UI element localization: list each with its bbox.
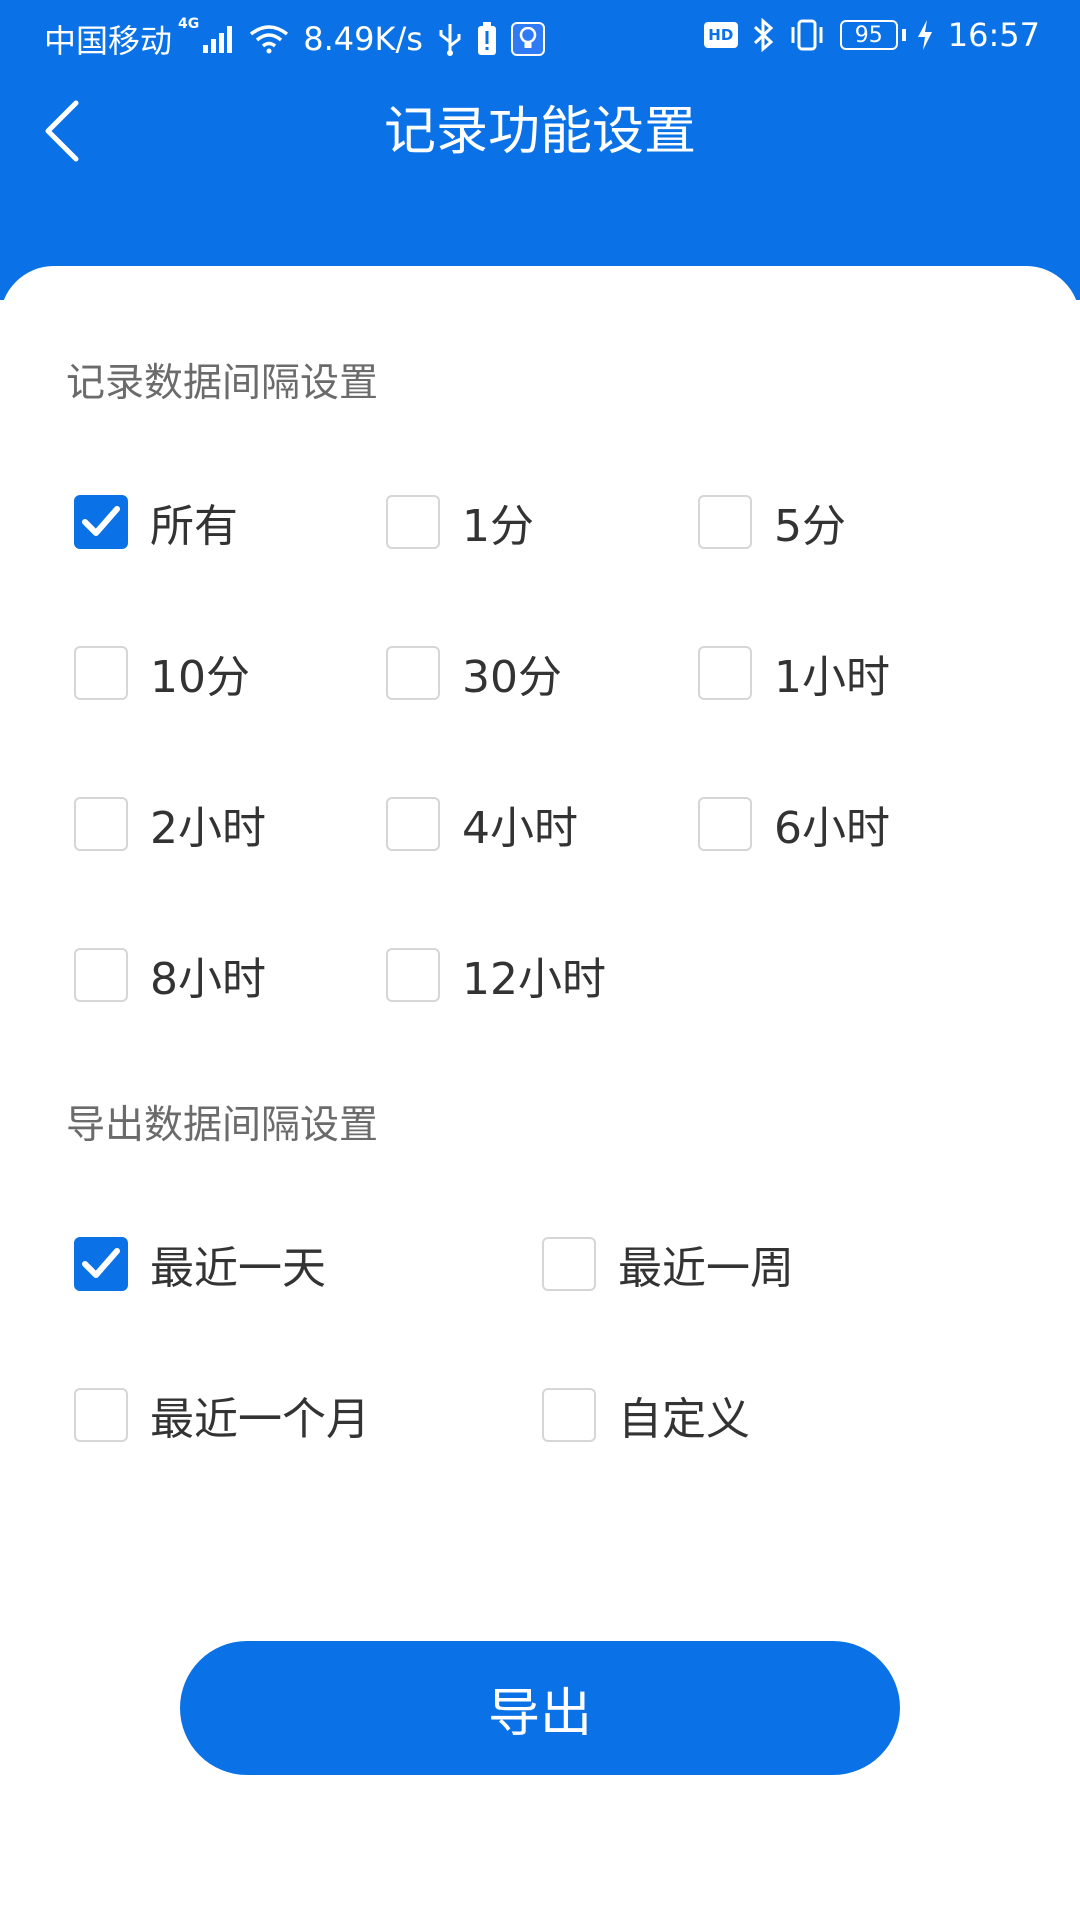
page-title: 记录功能设置 bbox=[383, 102, 696, 162]
option-label: 自定义 bbox=[618, 1394, 750, 1445]
checkbox[interactable] bbox=[698, 797, 752, 851]
record-option-4h[interactable]: 4小时 bbox=[386, 792, 578, 856]
option-label: 4小时 bbox=[462, 803, 578, 854]
record-option-1min[interactable]: 1分 bbox=[386, 490, 534, 554]
record-option-6h[interactable]: 6小时 bbox=[698, 792, 890, 856]
option-label: 8小时 bbox=[150, 954, 266, 1005]
checkbox[interactable] bbox=[74, 948, 128, 1002]
export-button[interactable]: 导出 bbox=[180, 1641, 900, 1775]
checkbox[interactable] bbox=[542, 1237, 596, 1291]
checkbox[interactable] bbox=[698, 646, 752, 700]
checkbox[interactable] bbox=[542, 1388, 596, 1442]
header: 中国移动 4G 8.49K/s HD 95 16:57 记录功能设置 bbox=[0, 0, 1080, 300]
checkbox[interactable] bbox=[74, 1237, 128, 1291]
status-bar-left: 中国移动 4G 8.49K/s bbox=[44, 16, 545, 62]
bluetooth-icon bbox=[752, 18, 774, 52]
option-label: 1小时 bbox=[774, 652, 890, 703]
network-type: 4G bbox=[178, 16, 200, 32]
checkbox[interactable] bbox=[74, 1388, 128, 1442]
bulb-icon bbox=[510, 22, 545, 56]
option-label: 12小时 bbox=[462, 954, 606, 1005]
check-icon bbox=[82, 1248, 120, 1278]
option-label: 30分 bbox=[462, 652, 562, 703]
checkbox[interactable] bbox=[386, 646, 440, 700]
option-label: 最近一周 bbox=[618, 1243, 794, 1294]
option-label: 5分 bbox=[774, 501, 846, 552]
record-option-1h[interactable]: 1小时 bbox=[698, 641, 890, 705]
export-option-last-month[interactable]: 最近一个月 bbox=[74, 1383, 370, 1447]
clock: 16:57 bbox=[947, 16, 1040, 54]
battery-icon: 95 bbox=[839, 20, 898, 50]
checkbox[interactable] bbox=[386, 948, 440, 1002]
record-option-30min[interactable]: 30分 bbox=[386, 641, 562, 705]
record-interval-section-title: 记录数据间隔设置 bbox=[66, 361, 379, 406]
checkbox[interactable] bbox=[698, 495, 752, 549]
checkbox[interactable] bbox=[74, 495, 128, 549]
option-label: 1分 bbox=[462, 501, 534, 552]
option-label: 最近一天 bbox=[150, 1243, 326, 1294]
record-option-12h[interactable]: 12小时 bbox=[386, 943, 606, 1007]
check-icon bbox=[82, 506, 120, 536]
export-interval-section-title: 导出数据间隔设置 bbox=[66, 1103, 379, 1148]
vibrate-icon bbox=[788, 19, 826, 51]
export-option-last-day[interactable]: 最近一天 bbox=[74, 1232, 326, 1296]
usb-icon bbox=[437, 22, 463, 56]
signal-icon bbox=[203, 25, 235, 53]
record-option-5min[interactable]: 5分 bbox=[698, 490, 846, 554]
record-option-10min[interactable]: 10分 bbox=[74, 641, 250, 705]
record-option-2h[interactable]: 2小时 bbox=[74, 792, 266, 856]
battery-alert-icon bbox=[477, 22, 497, 56]
checkbox[interactable] bbox=[386, 797, 440, 851]
status-bar: 中国移动 4G 8.49K/s HD 95 16:57 bbox=[0, 0, 1080, 80]
record-option-8h[interactable]: 8小时 bbox=[74, 943, 266, 1007]
status-bar-right: HD 95 16:57 bbox=[703, 16, 1040, 54]
export-option-custom[interactable]: 自定义 bbox=[542, 1383, 750, 1447]
option-label: 所有 bbox=[150, 501, 238, 552]
option-label: 6小时 bbox=[774, 803, 890, 854]
checkbox[interactable] bbox=[74, 646, 128, 700]
charging-icon bbox=[916, 19, 934, 51]
checkbox[interactable] bbox=[386, 495, 440, 549]
option-label: 2小时 bbox=[150, 803, 266, 854]
export-option-last-week[interactable]: 最近一周 bbox=[542, 1232, 794, 1296]
option-label: 10分 bbox=[150, 652, 250, 703]
net-speed: 8.49K/s bbox=[303, 20, 423, 58]
hd-icon: HD bbox=[703, 22, 738, 48]
carrier-name: 中国移动 bbox=[44, 22, 173, 60]
record-option-all[interactable]: 所有 bbox=[74, 490, 238, 554]
option-label: 最近一个月 bbox=[150, 1394, 370, 1445]
wifi-icon bbox=[249, 24, 289, 54]
checkbox[interactable] bbox=[74, 797, 128, 851]
battery-tip bbox=[901, 29, 906, 41]
